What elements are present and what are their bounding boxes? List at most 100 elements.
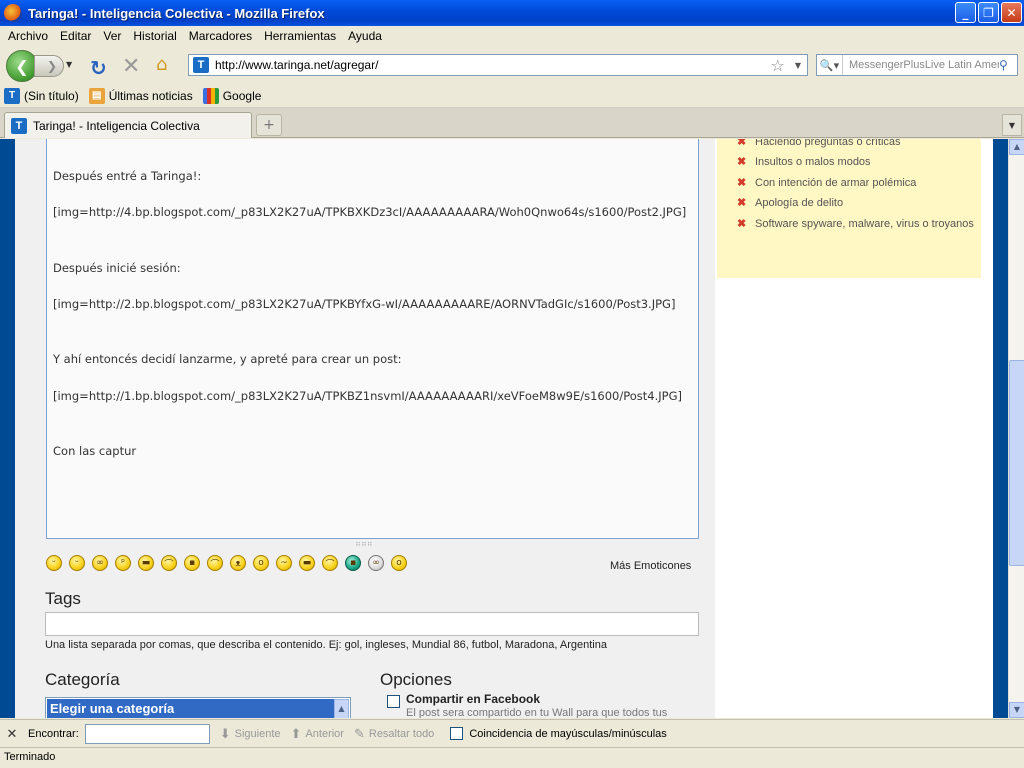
menu-ayuda[interactable]: Ayuda <box>342 29 388 43</box>
search-input[interactable]: MessengerPlusLive Latin Amer <box>843 59 999 71</box>
cool-emoticon-icon[interactable]: ∞ <box>92 555 108 571</box>
search-bar[interactable]: 🔍▾ MessengerPlusLive Latin Amer ⚲ <box>816 54 1018 76</box>
angry-emoticon-icon[interactable]: ▪ <box>184 555 200 571</box>
tags-input[interactable] <box>45 612 699 636</box>
highlighter-icon: ✎ <box>353 725 365 741</box>
editor-line: Después entré a Taringa!: <box>53 169 202 183</box>
cross-icon: ✖ <box>737 197 747 209</box>
site-favicon-icon: T <box>193 57 209 73</box>
post-form: Después entré a Taringa!: [img=http://4.… <box>15 139 715 718</box>
bookmark-label: (Sin título) <box>24 88 79 103</box>
minimize-button[interactable]: _ <box>955 2 976 23</box>
window-title: Taringa! - Inteligencia Colectiva - Mozi… <box>28 5 325 21</box>
alien-emoticon-icon[interactable]: ▪ <box>345 555 361 571</box>
find-next-label: Siguiente <box>234 727 281 740</box>
scroll-down-icon[interactable]: ▼ <box>1009 702 1024 718</box>
cry-emoticon-icon[interactable]: ⌒ <box>322 555 338 571</box>
menu-historial[interactable]: Historial <box>127 29 182 43</box>
scroll-up-icon[interactable]: ▲ <box>1009 139 1024 155</box>
bookmark-ultimas-noticias[interactable]: ▤ Últimas noticias <box>88 87 193 104</box>
chevron-up-icon[interactable]: ▲ <box>334 699 349 718</box>
chevron-down-icon: ▼ <box>1008 120 1016 130</box>
rule-item: ✖ Con intención de armar polémica <box>737 176 975 190</box>
bookmark-label: Últimas noticias <box>108 88 193 103</box>
cross-icon: ✖ <box>737 177 747 189</box>
search-engine-icon[interactable]: 🔍▾ <box>817 55 843 75</box>
sad-emoticon-icon[interactable]: ⌒ <box>161 555 177 571</box>
firefox-logo-icon <box>4 4 22 22</box>
vertical-scrollbar[interactable]: ▲ ▼ <box>1008 139 1024 718</box>
category-heading: Categoría <box>45 670 120 689</box>
tongue-emoticon-icon[interactable]: ᵖ <box>115 555 131 571</box>
reload-icon[interactable]: ↻ <box>90 56 107 80</box>
arrow-right-icon: ❯ <box>46 59 58 73</box>
editor-line: [img=http://2.bp.blogspot.com/_p83LX2K27… <box>53 297 676 311</box>
bookmark-google[interactable]: Google <box>202 87 261 104</box>
find-previous-button[interactable]: ⬆ Anterior <box>291 726 344 742</box>
bookmark-sin-titulo[interactable]: T (Sin título) <box>4 87 79 104</box>
arrow-down-icon: ⬇ <box>219 725 231 741</box>
find-input[interactable] <box>84 723 210 744</box>
editor-line: [img=http://1.bp.blogspot.com/_p83LX2K27… <box>53 389 682 403</box>
scared-emoticon-icon[interactable]: o <box>391 555 407 571</box>
home-icon[interactable]: ⌂ <box>156 54 167 75</box>
scrollbar-thumb[interactable] <box>1009 360 1024 566</box>
url-dropdown-icon[interactable]: ▼ <box>795 61 801 70</box>
match-case-checkbox[interactable] <box>450 727 464 740</box>
stop-icon[interactable]: ✕ <box>122 54 140 79</box>
bookmark-star-icon[interactable]: ☆ <box>771 56 785 75</box>
nerd-emoticon-icon[interactable]: ∞ <box>368 555 384 571</box>
grin-emoticon-icon[interactable]: ▬ <box>138 555 154 571</box>
close-find-bar-icon[interactable]: ✕ <box>0 726 24 742</box>
google-icon <box>202 87 219 104</box>
menu-archivo[interactable]: Archivo <box>2 29 54 43</box>
new-tab-button[interactable]: + <box>256 114 282 136</box>
editor-line: Con las captur <box>53 444 137 458</box>
tab-list-button[interactable]: ▼ <box>1002 114 1022 136</box>
find-previous-label: Anterior <box>305 727 344 740</box>
confused-emoticon-icon[interactable]: ~ <box>276 555 292 571</box>
cross-icon: ✖ <box>737 139 747 148</box>
page-viewport: Después entré a Taringa!: [img=http://4.… <box>0 139 1008 718</box>
menu-ver[interactable]: Ver <box>97 29 127 43</box>
menu-herramientas[interactable]: Herramientas <box>258 29 342 43</box>
forward-button[interactable]: ❯ <box>34 55 64 77</box>
tab-taringa[interactable]: T Taringa! - Inteligencia Colectiva <box>4 112 252 138</box>
find-next-button[interactable]: ⬇ Siguiente <box>220 726 281 742</box>
post-body-textarea[interactable]: Después entré a Taringa!: [img=http://4.… <box>46 139 699 539</box>
more-emoticons-link[interactable]: Más Emoticones <box>610 560 691 572</box>
editor-line: [img=http://4.bp.blogspot.com/_p83LX2K27… <box>53 205 687 219</box>
search-go-icon[interactable]: ⚲ <box>999 58 1017 72</box>
menu-editar[interactable]: Editar <box>54 29 97 43</box>
wink-emoticon-icon[interactable]: ᵕ <box>69 555 85 571</box>
url-text[interactable]: http://www.taringa.net/agregar/ <box>215 58 771 72</box>
share-facebook-checkbox[interactable] <box>387 695 400 708</box>
rule-text: Con intención de armar polémica <box>755 177 917 189</box>
category-select[interactable]: Elegir una categoría ▲ <box>45 697 351 718</box>
resize-grip-icon[interactable]: ⠶⠶⠶ <box>355 539 373 548</box>
rule-item: ✖ Apología de delito <box>737 196 975 210</box>
url-bar[interactable]: T http://www.taringa.net/agregar/ ☆ ▼ <box>188 54 808 76</box>
share-facebook-label[interactable]: Compartir en Facebook <box>406 692 540 706</box>
category-selected-option[interactable]: Elegir una categoría <box>47 699 335 718</box>
maximize-button[interactable]: ❐ <box>978 2 999 23</box>
sunglasses-emoticon-icon[interactable]: ▬ <box>299 555 315 571</box>
posting-rules-box: ✖ Haciendo preguntas o críticas ✖ Insult… <box>717 139 981 278</box>
cross-icon: ✖ <box>737 218 747 230</box>
bookmarks-bar: T (Sin título) ▤ Últimas noticias Google <box>0 84 1024 108</box>
highlight-all-button[interactable]: ✎ Resaltar todo <box>354 726 434 742</box>
surprised-emoticon-icon[interactable]: o <box>253 555 269 571</box>
editor-line: Y ahí entoncés decidí lanzarme, y apreté… <box>53 352 402 366</box>
match-case-label[interactable]: Coincidencia de mayúsculas/minúsculas <box>469 728 666 740</box>
smile-emoticon-icon[interactable]: ᵕ <box>46 555 62 571</box>
rule-text: Haciendo preguntas o críticas <box>755 139 901 148</box>
worried-emoticon-icon[interactable]: ⌒ <box>207 555 223 571</box>
rule-text: Insultos o malos modos <box>755 156 871 168</box>
history-dropdown-icon[interactable]: ▼ <box>66 60 72 69</box>
menu-marcadores[interactable]: Marcadores <box>183 29 258 43</box>
close-window-button[interactable]: ✕ <box>1001 2 1022 23</box>
rss-feed-icon: ▤ <box>88 87 105 104</box>
page-content: Después entré a Taringa!: [img=http://4.… <box>15 139 993 718</box>
devil-emoticon-icon[interactable]: ᴥ <box>230 555 246 571</box>
tags-heading: Tags <box>45 589 81 608</box>
